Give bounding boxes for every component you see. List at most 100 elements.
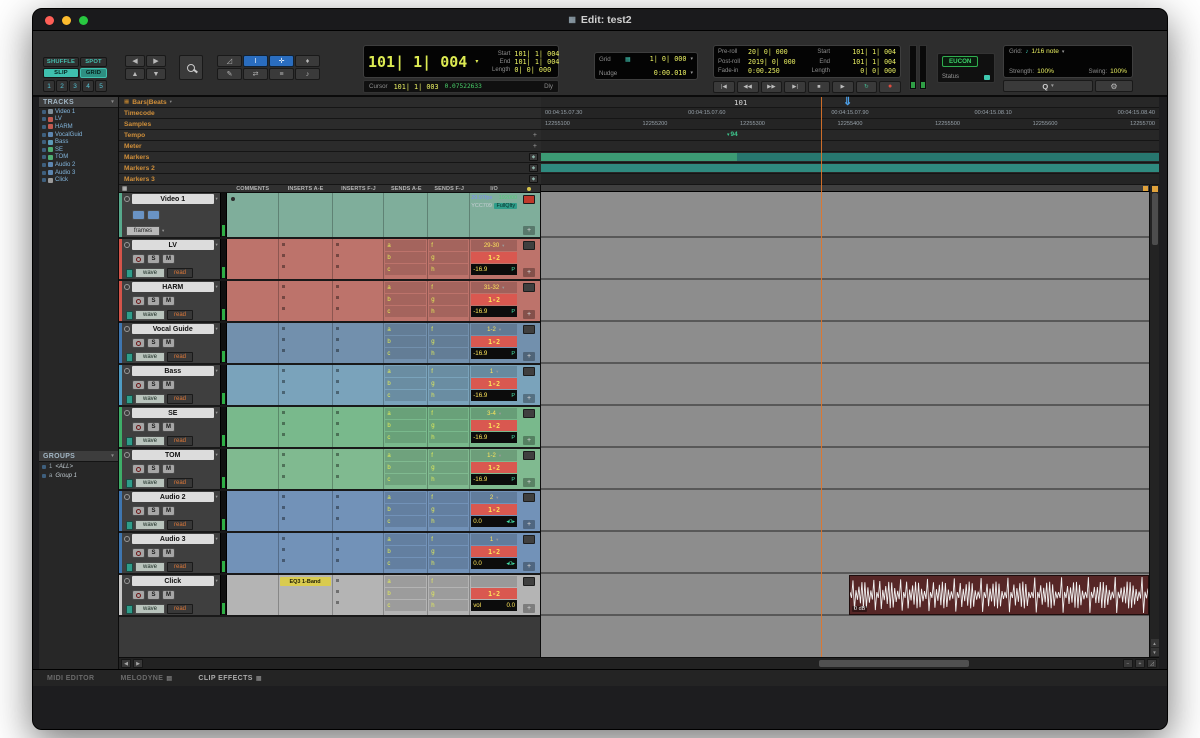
send-slot[interactable]: b (385, 462, 427, 473)
tracks-header[interactable]: TRACKS ▾ (39, 97, 118, 108)
send-slot[interactable]: a (385, 366, 427, 377)
video-record-button[interactable] (523, 195, 536, 204)
send-slot[interactable]: c (385, 390, 427, 401)
send-slot[interactable]: f (429, 282, 469, 293)
solo-button[interactable]: S (147, 464, 160, 474)
track-freeze-icon[interactable] (124, 242, 130, 248)
track-name[interactable]: Click (132, 576, 214, 586)
automation-mode-button[interactable]: read (167, 604, 193, 614)
send-slot[interactable]: b (385, 546, 427, 557)
mute-button[interactable]: M (162, 338, 175, 348)
ruler-label-bars[interactable]: ▦ Bars|Beats ▾ (119, 97, 541, 107)
send-slot[interactable]: g (429, 462, 469, 473)
output-selector[interactable]: 1-2 (471, 420, 518, 431)
grid-caret-icon[interactable]: ▾ (690, 56, 693, 62)
send-slot[interactable]: h (429, 264, 469, 275)
roll-value-2[interactable]: 0| 0| 000 (860, 67, 896, 75)
track-freeze-icon[interactable] (124, 578, 130, 584)
input-selector[interactable]: 31-32 ▾ (471, 282, 518, 293)
output-selector[interactable]: 1-2 (471, 546, 518, 557)
close-button[interactable] (45, 16, 54, 25)
meter-ruler-content[interactable] (541, 141, 1159, 151)
track-freeze-icon[interactable] (124, 536, 130, 542)
record-enable-button[interactable] (132, 254, 145, 264)
return-to-start-button[interactable]: |◀ (713, 80, 735, 93)
send-slot[interactable]: c (385, 558, 427, 569)
track-view-selector[interactable]: wave (135, 352, 165, 362)
marker-corner-icon[interactable] (1143, 186, 1148, 191)
mute-button[interactable]: M (162, 548, 175, 558)
output-selector[interactable]: 1-2 (471, 504, 518, 515)
send-slot[interactable]: f (429, 366, 469, 377)
send-slot[interactable]: g (429, 420, 469, 431)
grid-mode-button[interactable]: GRID (80, 68, 107, 78)
input-selector[interactable]: 1 ▾ (471, 366, 518, 377)
track-caret-icon[interactable]: ▾ (216, 578, 218, 584)
track-caret-icon[interactable]: ▾ (216, 326, 218, 332)
main-counter[interactable]: 101| 1| 004 (368, 53, 467, 71)
input-selector[interactable]: 3-4 ▾ (471, 408, 518, 419)
inserts-ae-cell[interactable] (279, 193, 333, 237)
input-monitor-button[interactable] (126, 352, 133, 362)
send-slot[interactable]: c (385, 474, 427, 485)
send-slot[interactable]: c (385, 432, 427, 443)
send-slot[interactable]: b (385, 504, 427, 515)
inserts-ae-cell[interactable] (279, 449, 333, 489)
track-view-selector[interactable]: wave (135, 436, 165, 446)
grabber-tool-button[interactable]: ✛ (269, 55, 294, 67)
comments-cell[interactable] (227, 449, 279, 489)
input-monitor-button[interactable] (126, 520, 133, 530)
record-enable-button[interactable] (132, 422, 145, 432)
track-view-selector[interactable]: wave (135, 562, 165, 572)
ruler-label-meter[interactable]: Meter + (119, 141, 541, 151)
groups-header-caret-icon[interactable]: ▾ (111, 453, 114, 459)
record-enable-button[interactable] (132, 380, 145, 390)
comments-cell[interactable] (227, 365, 279, 405)
timeline-lanes[interactable]: 0 dB (541, 185, 1149, 657)
add-tempo-button[interactable]: + (533, 132, 537, 139)
input-monitor-button[interactable] (126, 310, 133, 320)
scroll-down-icon[interactable]: ▼ (1150, 648, 1159, 656)
tempo-marker[interactable]: ▾ 94 (727, 131, 738, 138)
track-name[interactable]: SE (132, 408, 214, 418)
track-name[interactable]: Video 1 (132, 194, 214, 204)
pan-display[interactable]: P (511, 393, 515, 399)
roll-value[interactable]: 0:00.250 (748, 67, 804, 75)
grid-value[interactable]: 1| 0| 000 (650, 55, 687, 63)
inserts-ae-cell[interactable] (279, 281, 333, 321)
tab-melodyne[interactable]: MELODYNE ▤ (120, 675, 172, 682)
send-slot[interactable]: g (429, 252, 469, 263)
comments-cell[interactable] (227, 407, 279, 447)
track-caret-icon[interactable]: ▾ (216, 494, 218, 500)
send-slot[interactable]: h (429, 432, 469, 443)
sends-ae-cell[interactable]: a b c (384, 365, 429, 405)
video-quality-badge[interactable]: FullQlty (494, 203, 518, 209)
grid-setting-value[interactable]: 1/16 note (1031, 48, 1059, 55)
link-selection-button[interactable]: ⇄ (243, 68, 268, 80)
send-slot[interactable]: f (429, 408, 469, 419)
zoom-preset-button[interactable]: 3 (69, 80, 81, 92)
sends-fj-cell[interactable] (428, 193, 471, 237)
send-slot[interactable]: a (385, 324, 427, 335)
send-slot[interactable]: f (429, 492, 469, 503)
send-slot[interactable]: a (385, 576, 427, 587)
mute-button[interactable]: M (162, 380, 175, 390)
send-slot[interactable]: b (385, 252, 427, 263)
trim-tool-button[interactable]: ◿ (217, 55, 242, 67)
inserts-fj-cell[interactable] (333, 365, 385, 405)
track-freeze-icon[interactable] (124, 368, 130, 374)
track-caret-icon[interactable]: ▾ (216, 452, 218, 458)
zoom-down-vertical-icon[interactable]: ▼ (146, 68, 166, 80)
nudge-value[interactable]: 0:00.010 (654, 69, 687, 77)
marker-segment[interactable] (541, 164, 1159, 172)
record-button[interactable]: ● (879, 80, 901, 93)
record-enable-button[interactable] (132, 464, 145, 474)
add-row-button[interactable]: + (523, 604, 536, 613)
ruler-label-markers-3[interactable]: Markers 3 ◆ (119, 174, 541, 184)
lane-se[interactable] (541, 406, 1149, 448)
input-monitor-button[interactable] (126, 436, 133, 446)
output-selector[interactable]: 1-2 (471, 252, 518, 263)
send-slot[interactable]: a (385, 450, 427, 461)
inserts-ae-cell[interactable]: EQ3 1-Band (279, 575, 333, 615)
send-slot[interactable]: b (385, 420, 427, 431)
